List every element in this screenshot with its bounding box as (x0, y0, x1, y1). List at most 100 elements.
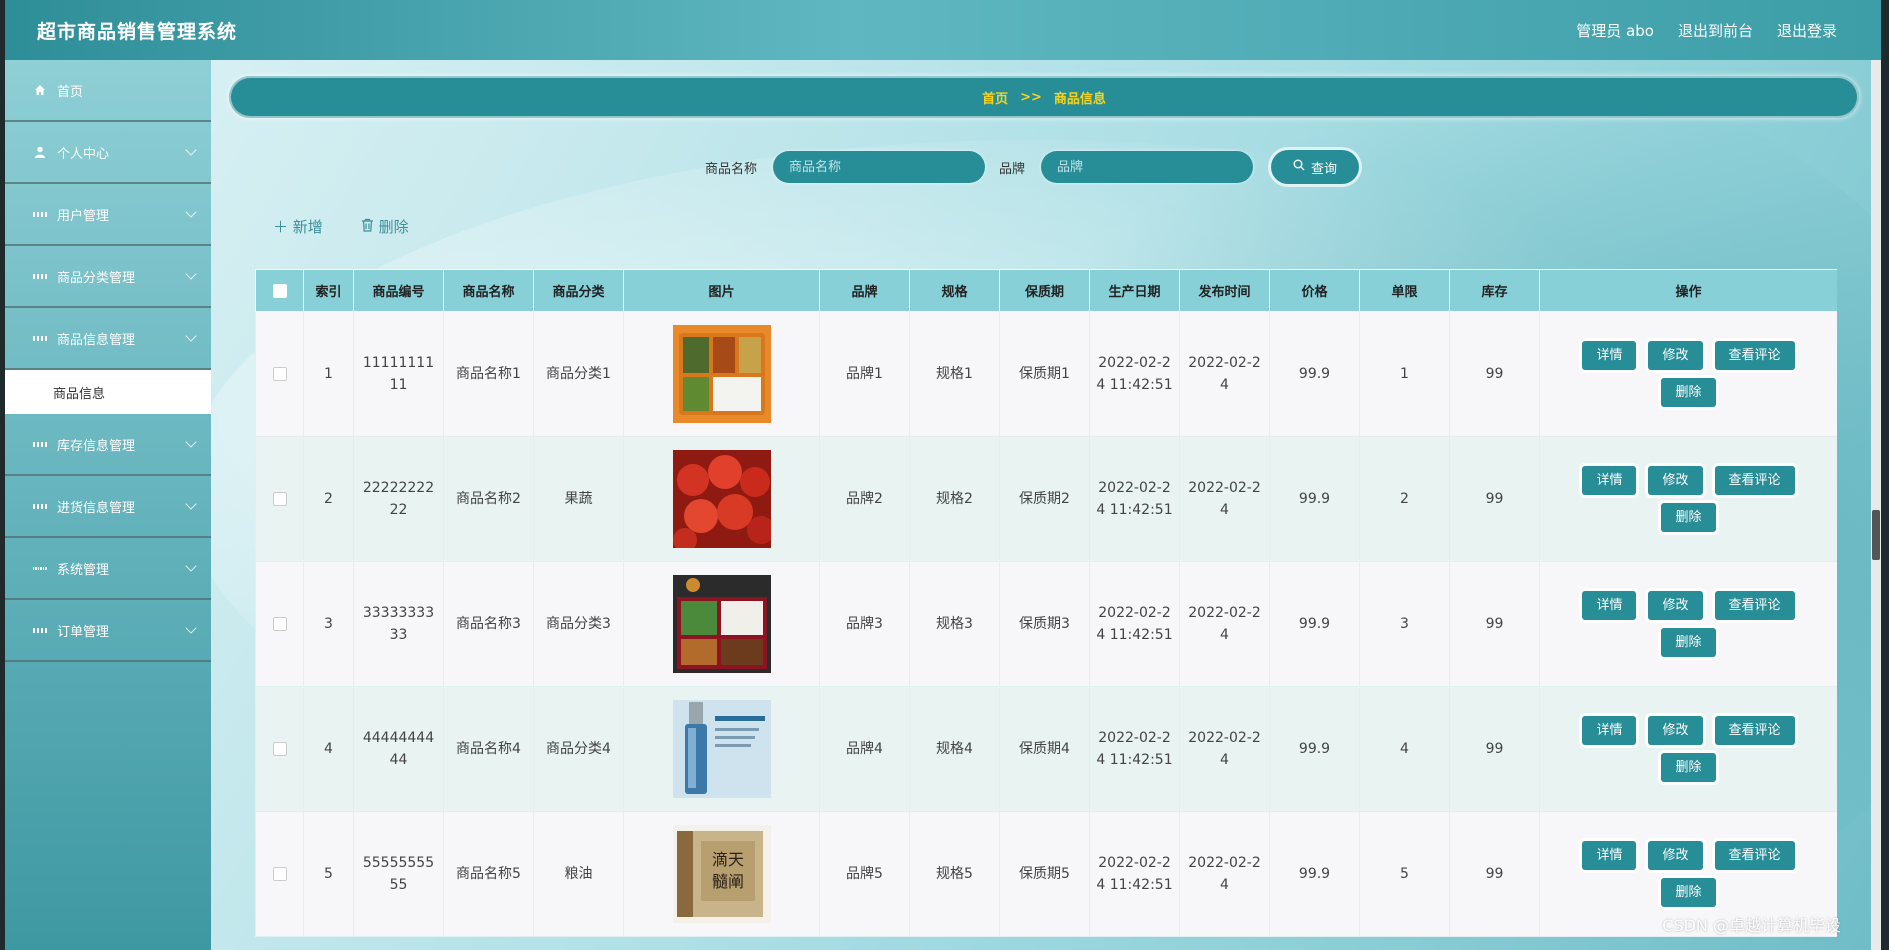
brand-input[interactable] (1041, 151, 1254, 183)
cell-limit: 2 (1359, 436, 1450, 562)
view-comments-button[interactable]: 查看评论 (1714, 716, 1795, 745)
search-icon (1293, 159, 1305, 175)
product-table: 索引 商品编号 商品名称 商品分类 图片 品牌 规格 保质期 生产日期 发布时间… (255, 269, 1837, 937)
cell-name: 商品名称2 (443, 436, 534, 562)
delete-button[interactable]: 删除 (1661, 878, 1716, 907)
search-button[interactable]: 查询 (1271, 150, 1360, 184)
row-select-cell (255, 686, 304, 812)
row-checkbox[interactable] (272, 742, 287, 756)
add-button[interactable]: ＋ 新增 (273, 216, 323, 237)
watermark: CSDN @卓越计算机毕设 (1662, 916, 1841, 935)
sidebar-item-purchase-management[interactable]: 进货信息管理 (5, 476, 211, 538)
product-thumbnail[interactable]: 滴天 髓阐 (672, 825, 771, 923)
delete-button[interactable]: 删除 (1661, 378, 1716, 407)
current-user-label: 管理员 abo (1576, 21, 1654, 40)
scrollbar-thumb[interactable] (1872, 510, 1880, 560)
search-bar: 商品名称 品牌 查询 (705, 150, 1360, 184)
cell-brand: 品牌5 (819, 811, 910, 937)
cell-publish-date: 2022-02-24 (1179, 436, 1270, 562)
cell-brand: 品牌1 (819, 311, 910, 437)
breadcrumb: 首页 >> 商品信息 (229, 76, 1859, 118)
sidebar-item-system-management[interactable]: 系统管理 (5, 538, 211, 600)
col-header: 品牌 (819, 269, 910, 312)
cell-image: 滴天 髓阐 (623, 811, 820, 937)
select-all-checkbox[interactable] (272, 283, 287, 298)
col-header: 价格 (1269, 269, 1360, 312)
view-comments-button[interactable]: 查看评论 (1714, 466, 1795, 495)
sidebar-item-inventory-management[interactable]: 库存信息管理 (5, 414, 211, 476)
page-scrollbar[interactable] (1871, 60, 1881, 950)
detail-button[interactable]: 详情 (1582, 466, 1637, 495)
cell-name: 商品名称5 (443, 811, 534, 937)
product-thumbnail[interactable] (672, 325, 771, 423)
edit-button[interactable]: 修改 (1648, 716, 1703, 745)
view-comments-button[interactable]: 查看评论 (1714, 591, 1795, 620)
sidebar-item-order-management[interactable]: 订单管理 (5, 600, 211, 662)
sidebar-subitem-product-info[interactable]: 商品信息 (5, 370, 211, 414)
delete-button[interactable]: 删除 (1661, 628, 1716, 657)
row-checkbox[interactable] (272, 867, 287, 881)
detail-button[interactable]: 详情 (1582, 716, 1637, 745)
sidebar-item-label: 首页 (57, 84, 84, 100)
cell-price: 99.9 (1269, 686, 1360, 812)
sidebar-item-product-management[interactable]: 商品信息管理 (5, 308, 211, 370)
cell-publish-date: 2022-02-24 (1179, 686, 1270, 812)
row-checkbox[interactable] (272, 617, 287, 631)
view-comments-button[interactable]: 查看评论 (1714, 341, 1795, 370)
logout-link[interactable]: 退出登录 (1777, 20, 1837, 41)
row-checkbox[interactable] (272, 492, 287, 506)
detail-button[interactable]: 详情 (1582, 841, 1637, 870)
cell-brand: 品牌2 (819, 436, 910, 562)
cell-price: 99.9 (1269, 311, 1360, 437)
detail-button[interactable]: 详情 (1582, 591, 1637, 620)
edit-button[interactable]: 修改 (1648, 466, 1703, 495)
detail-button[interactable]: 详情 (1582, 341, 1637, 370)
row-checkbox[interactable] (272, 367, 287, 381)
trash-icon (361, 218, 379, 236)
sidebar-item-personal-center[interactable]: 个人中心 (5, 122, 211, 184)
cell-production-date: 2022-02-24 11:42:51 (1089, 436, 1180, 562)
chevron-down-icon (185, 144, 197, 156)
sidebar-item-label: 个人中心 (57, 146, 110, 162)
cell-index: 5 (303, 811, 354, 937)
app-window: 超市商品销售管理系统 管理员 abo 退出到前台 退出登录 首页 个人中心 用户… (5, 0, 1881, 950)
sidebar-item-category-management[interactable]: 商品分类管理 (5, 246, 211, 308)
sidebar-item-user-management[interactable]: 用户管理 (5, 184, 211, 246)
cell-name: 商品名称1 (443, 311, 534, 437)
col-header: 库存 (1449, 269, 1540, 312)
cell-category: 商品分类1 (533, 311, 624, 437)
action-bar: ＋ 新增 删除 (273, 216, 409, 237)
delete-button[interactable]: 删除 (1661, 753, 1716, 782)
edit-button[interactable]: 修改 (1648, 591, 1703, 620)
cell-spec: 规格3 (909, 561, 1000, 687)
product-name-input[interactable] (773, 151, 986, 183)
col-header: 规格 (909, 269, 1000, 312)
view-comments-button[interactable]: 查看评论 (1714, 841, 1795, 870)
chevron-down-icon (185, 498, 197, 510)
product-thumbnail[interactable] (672, 450, 771, 548)
breadcrumb-home[interactable]: 首页 (982, 88, 1008, 107)
cell-spec: 规格4 (909, 686, 1000, 812)
cell-image (623, 561, 820, 687)
cell-shelf-life: 保质期1 (999, 311, 1090, 437)
sidebar-item-label: 商品分类管理 (57, 270, 136, 286)
to-frontend-link[interactable]: 退出到前台 (1678, 20, 1753, 41)
grid-icon (33, 207, 47, 221)
sidebar-item-home[interactable]: 首页 (5, 60, 211, 122)
col-header: 发布时间 (1179, 269, 1270, 312)
col-header: 索引 (303, 269, 354, 312)
row-select-cell (255, 436, 304, 562)
edit-button[interactable]: 修改 (1648, 841, 1703, 870)
product-thumbnail[interactable] (672, 700, 771, 798)
breadcrumb-current: 商品信息 (1053, 91, 1106, 107)
delete-button[interactable]: 删除 (1661, 503, 1716, 532)
cell-name: 商品名称3 (443, 561, 534, 687)
batch-delete-button[interactable]: 删除 (361, 216, 409, 237)
row-select-cell (255, 561, 304, 687)
cell-spec: 规格5 (909, 811, 1000, 937)
edit-button[interactable]: 修改 (1648, 341, 1703, 370)
product-name-label: 商品名称 (705, 161, 758, 177)
table-row: 4 4444444444 商品名称4 商品分类4 品牌4 规格4 保质期4 2022-02-2… (255, 686, 1837, 812)
sidebar: 首页 个人中心 用户管理 商品分类管理 商品信息管理 商品信息 库存信息管理 进… (5, 60, 211, 950)
product-thumbnail[interactable] (672, 575, 771, 673)
